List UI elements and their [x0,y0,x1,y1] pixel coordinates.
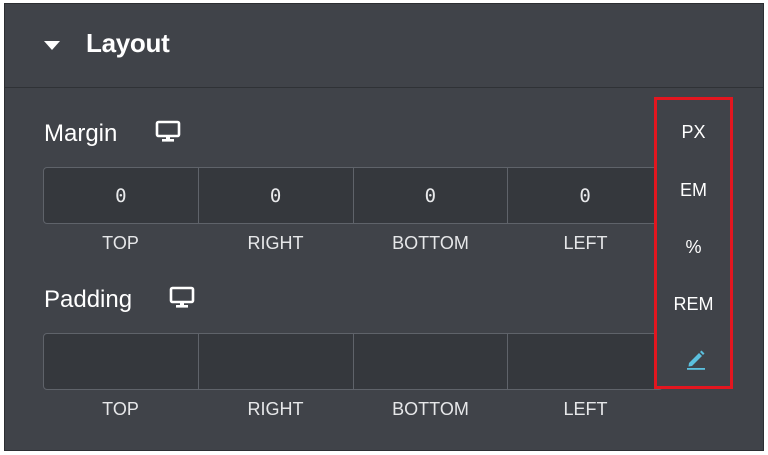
margin-left-label: LEFT [563,233,608,253]
padding-label: Padding [44,286,133,313]
padding-right-input[interactable] [199,334,354,389]
margin-bottom-label: BOTTOM [392,233,469,253]
layout-panel: Layout Margin 0 0 0 0 TOP RIGHT BOTTOM L… [4,3,764,451]
margin-top-input[interactable]: 0 [44,168,199,223]
unit-option-percent[interactable]: % [657,237,730,258]
section-title: Layout [86,28,170,58]
padding-inputs [43,333,663,390]
padding-right-label: RIGHT [247,399,304,419]
padding-top-input[interactable] [44,334,199,389]
caret-down-icon[interactable] [44,41,60,50]
padding-top-label: TOP [102,399,139,419]
margin-top-label: TOP [102,233,139,253]
margin-right-input[interactable]: 0 [199,168,354,223]
padding-bottom-label: BOTTOM [392,399,469,419]
margin-right-label: RIGHT [247,233,304,253]
desktop-monitor-icon[interactable] [169,286,195,310]
margin-left-input[interactable]: 0 [508,168,662,223]
padding-left-label: LEFT [563,399,608,419]
margin-bottom-input[interactable]: 0 [354,168,509,223]
margin-side-labels: TOP RIGHT BOTTOM LEFT [43,233,663,254]
section-header-layout[interactable]: Layout [5,4,763,88]
unit-option-px[interactable]: PX [657,122,730,143]
unit-option-rem[interactable]: REM [657,294,730,315]
margin-label: Margin [44,120,118,147]
margin-inputs: 0 0 0 0 [43,167,663,224]
padding-bottom-input[interactable] [354,334,509,389]
padding-left-input[interactable] [508,334,662,389]
pencil-icon[interactable] [685,348,707,370]
padding-side-labels: TOP RIGHT BOTTOM LEFT [43,399,663,420]
unit-selector-menu: PX EM % REM [654,97,733,389]
unit-option-em[interactable]: EM [657,180,730,201]
desktop-monitor-icon[interactable] [155,120,181,144]
